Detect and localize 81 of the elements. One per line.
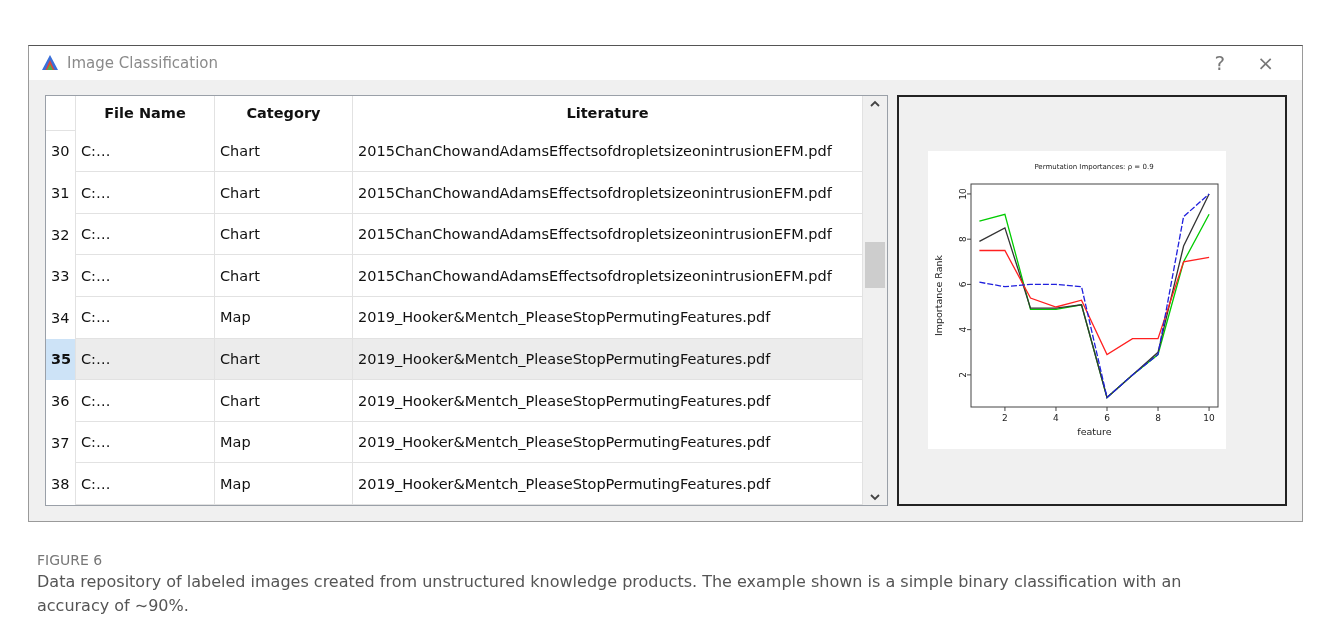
y-tick-label: 6	[958, 281, 968, 288]
table-cell: 2019_Hooker&Mentch_PleaseStopPermutingFeatures.pdf	[353, 421, 863, 464]
table-row[interactable]: 34 C:… Map 2019_Hooker&Mentch_PleaseStopPermutingFeatures.pdf	[46, 297, 863, 339]
table-cell: Map	[215, 463, 353, 505]
x-tick-label: 2	[1002, 413, 1008, 424]
table-cell: Chart	[215, 130, 353, 173]
y-tick-label: 2	[958, 372, 968, 379]
x-tick-label: 6	[1104, 413, 1111, 424]
table-cell: 2019_Hooker&Mentch_PleaseStopPermutingFeatures.pdf	[353, 338, 863, 381]
table-cell: C:…	[76, 421, 215, 464]
y-tick-label: 8	[958, 236, 968, 243]
x-axis-label: feature	[1077, 426, 1112, 438]
table-cell: 2019_Hooker&Mentch_PleaseStopPermutingFeatures.pdf	[353, 297, 863, 339]
table-cell: C:…	[76, 338, 215, 381]
table-cell: C:…	[76, 380, 215, 422]
x-tick-label: 8	[1155, 413, 1162, 424]
row-number: 30	[46, 130, 76, 173]
table-cell: C:…	[76, 213, 215, 256]
line-series	[978, 250, 1210, 356]
table-row[interactable]: 36 C:… Chart 2019_Hooker&Mentch_PleaseStopPermutingFeatures.pdf	[46, 380, 863, 422]
table-cell: Chart	[215, 338, 353, 381]
row-number: 32	[46, 213, 76, 256]
scrollbar[interactable]	[863, 95, 887, 505]
figure-label: FIGURE 6	[37, 552, 104, 568]
table-cell: Chart	[215, 172, 353, 214]
table-cell: Map	[215, 421, 353, 464]
scroll-thumb[interactable]	[865, 242, 885, 289]
table-cell: C:…	[76, 463, 215, 505]
figure-caption: Data repository of labeled images created from unstructured knowledge products. The example shown is a simple binary classification with an accuracy of ∼90%.	[37, 571, 1183, 617]
row-number: 33	[46, 255, 76, 298]
row-number: 35	[46, 338, 76, 381]
table-cell: C:…	[76, 297, 215, 339]
app-logo-icon	[41, 53, 59, 72]
table-row[interactable]: 32 C:… Chart 2015ChanChowandAdamsEffectsofdropletsizeonintrusionEFM.pdf	[46, 213, 863, 256]
y-tick: 10	[958, 188, 972, 200]
table-cell: Chart	[215, 213, 353, 256]
column-header[interactable]: Category	[215, 95, 353, 131]
x-tick: 6	[1104, 406, 1110, 424]
x-tick: 10	[1203, 406, 1215, 424]
table-cell: Chart	[215, 380, 353, 422]
table-cell: 2015ChanChowandAdamsEffectsofdropletsizeonintrusionEFM.pdf	[353, 213, 863, 256]
table-row[interactable]: 33 C:… Chart 2015ChanChowandAdamsEffectsofdropletsizeonintrusionEFM.pdf	[46, 255, 863, 298]
table-cell: 2019_Hooker&Mentch_PleaseStopPermutingFeatures.pdf	[353, 463, 863, 505]
row-number: 34	[46, 297, 76, 339]
scroll-up-icon[interactable]	[869, 99, 881, 108]
y-axis-label: Importance Rank	[933, 255, 944, 337]
table-cell: 2019_Hooker&Mentch_PleaseStopPermutingFeatures.pdf	[353, 380, 863, 422]
table-cell: C:…	[76, 255, 215, 298]
column-header[interactable]: File Name	[76, 95, 215, 131]
x-tick: 8	[1155, 406, 1161, 424]
table-cell: 2015ChanChowandAdamsEffectsofdropletsizeonintrusionEFM.pdf	[353, 255, 863, 298]
row-number: 31	[46, 172, 76, 214]
table-row[interactable]: 37 C:… Map 2019_Hooker&Mentch_PleaseStopPermutingFeatures.pdf	[46, 421, 863, 464]
table-cell: 2015ChanChowandAdamsEffectsofdropletsizeonintrusionEFM.pdf	[353, 130, 863, 173]
y-tick: 8	[958, 236, 972, 243]
table-cell: 2015ChanChowandAdamsEffectsofdropletsizeonintrusionEFM.pdf	[353, 172, 863, 214]
x-tick-label: 10	[1203, 413, 1216, 424]
table-cell: C:…	[76, 130, 215, 173]
row-number: 36	[46, 380, 76, 422]
window-title: Image Classification	[67, 53, 219, 72]
row-number: 38	[46, 463, 76, 505]
y-tick: 2	[958, 372, 972, 379]
close-button[interactable]: ×	[1245, 50, 1286, 75]
scroll-down-icon[interactable]	[869, 493, 881, 501]
row-number: 37	[46, 421, 76, 464]
table-cell: Map	[215, 297, 353, 339]
x-tick-label: 4	[1053, 413, 1060, 424]
x-tick: 2	[1002, 406, 1008, 424]
table-row[interactable]: 35 C:… Chart 2019_Hooker&Mentch_PleaseStopPermutingFeatures.pdf	[46, 338, 863, 381]
help-button[interactable]: ?	[1202, 50, 1238, 75]
corner-cell	[46, 95, 76, 131]
table-row[interactable]: 30 C:… Chart 2015ChanChowandAdamsEffectsofdropletsizeonintrusionEFM.pdf	[46, 130, 863, 173]
y-tick: 4	[958, 327, 972, 333]
y-tick-label: 10	[958, 188, 968, 201]
y-tick-label: 4	[958, 326, 968, 333]
table-row[interactable]: 31 C:… Chart 2015ChanChowandAdamsEffectsofdropletsizeonintrusionEFM.pdf	[46, 172, 863, 214]
table-row[interactable]: 38 C:… Map 2019_Hooker&Mentch_PleaseStopPermutingFeatures.pdf	[46, 463, 863, 505]
y-tick: 6	[958, 281, 972, 288]
table-cell: C:…	[76, 172, 215, 214]
x-tick: 4	[1053, 406, 1059, 424]
table-cell: Chart	[215, 255, 353, 298]
